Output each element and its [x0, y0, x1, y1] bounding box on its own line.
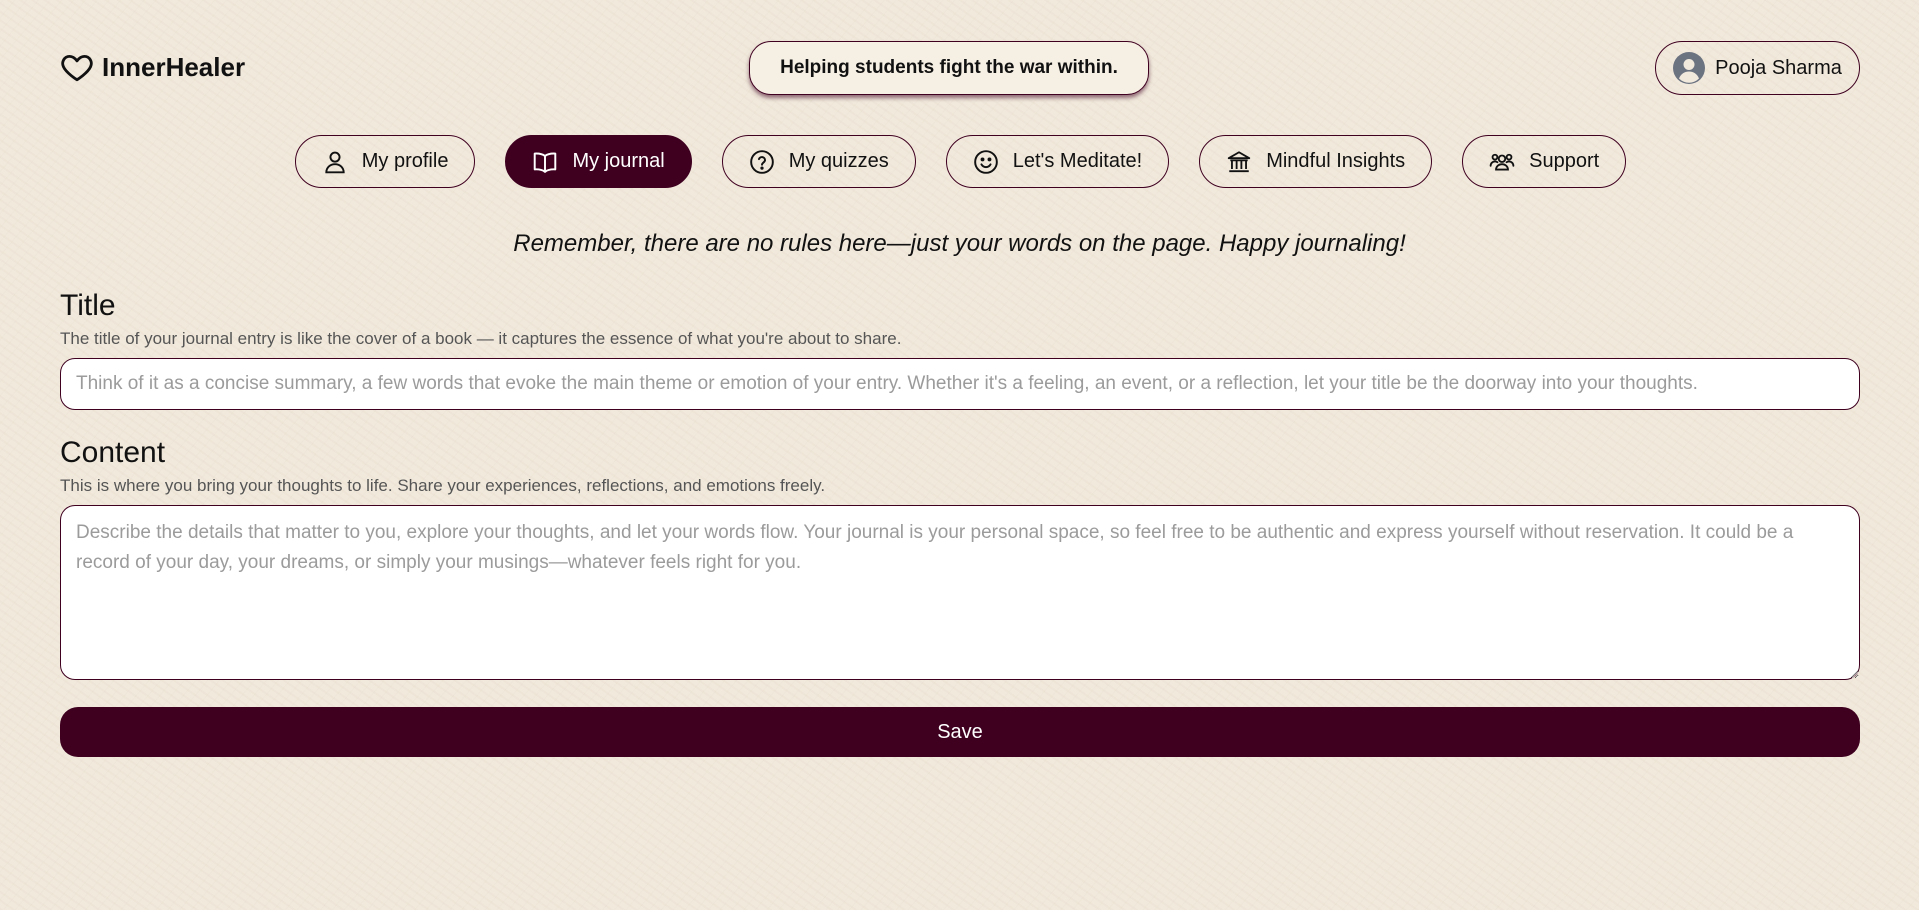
nav-label: Mindful Insights [1266, 150, 1406, 172]
tagline-text: Helping students fight the war within. [780, 57, 1118, 78]
nav-label: Support [1529, 150, 1600, 172]
tagline-badge: Helping students fight the war within. [749, 41, 1149, 95]
user-menu-button[interactable]: Pooja Sharma [1655, 41, 1860, 95]
nav-label: My quizzes [788, 150, 889, 172]
library-icon [1227, 150, 1251, 172]
nav-lets-meditate[interactable]: Let's Meditate! [945, 135, 1170, 188]
content-textarea[interactable] [60, 505, 1860, 680]
main-nav: My profile My journal My quizzes Let's M… [0, 135, 1919, 188]
title-description: The title of your journal entry is like … [60, 329, 902, 348]
user-icon [325, 151, 345, 173]
users-icon [1489, 153, 1515, 171]
nav-my-journal[interactable]: My journal [505, 135, 692, 188]
smile-icon [973, 149, 998, 174]
save-button[interactable]: Save [60, 707, 1860, 757]
avatar-icon [1673, 52, 1706, 84]
nav-label: Let's Meditate! [1012, 150, 1143, 172]
nav-my-profile[interactable]: My profile [294, 135, 476, 188]
content-description: This is where you bring your thoughts to… [60, 476, 826, 495]
app-logo[interactable]: InnerHealer [60, 50, 245, 84]
content-heading: Content [60, 436, 166, 469]
content-section: Content This is where you bring your tho… [60, 435, 1860, 685]
book-icon [534, 152, 557, 173]
journal-quote: Remember, there are no rules here—just y… [513, 230, 1406, 257]
nav-mindful-insights[interactable]: Mindful Insights [1199, 135, 1433, 188]
nav-label: My journal [572, 150, 665, 172]
question-icon [749, 149, 774, 174]
title-heading: Title [60, 289, 116, 322]
nav-support[interactable]: Support [1462, 135, 1627, 188]
heart-icon [61, 54, 93, 82]
user-name: Pooja Sharma [1715, 56, 1842, 79]
title-section: Title The title of your journal entry is… [60, 288, 1860, 410]
nav-label: My profile [361, 150, 449, 172]
title-input[interactable] [60, 358, 1860, 410]
app-name: InnerHealer [102, 51, 246, 82]
nav-my-quizzes[interactable]: My quizzes [721, 135, 916, 188]
